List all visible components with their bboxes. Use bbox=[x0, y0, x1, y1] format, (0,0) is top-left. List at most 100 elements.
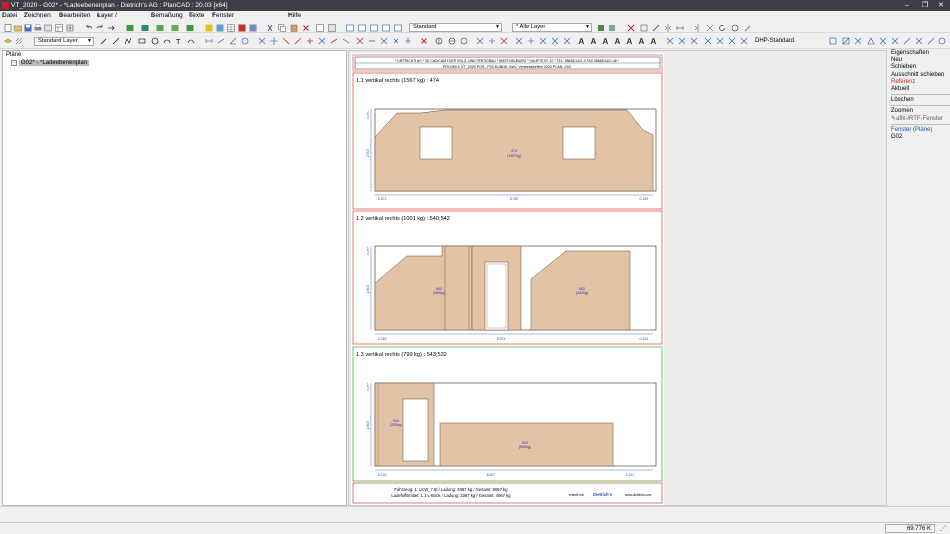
layer-filter-select[interactable]: * Alle Layer ▼ bbox=[512, 23, 592, 32]
print-icon[interactable] bbox=[34, 24, 42, 32]
undo-icon[interactable] bbox=[85, 24, 93, 32]
dim-arrow-icon[interactable] bbox=[666, 37, 674, 45]
zoom-all-icon[interactable] bbox=[460, 37, 468, 45]
triangle-icon[interactable] bbox=[867, 37, 875, 45]
menu-loeschen[interactable]: Löschen bbox=[891, 97, 950, 107]
cross-snap4-icon[interactable] bbox=[515, 37, 523, 45]
hatch-icon[interactable] bbox=[15, 37, 23, 45]
cross-snap3-icon[interactable] bbox=[500, 37, 508, 45]
snap11-icon[interactable] bbox=[380, 37, 388, 45]
dim-arrow2-icon[interactable] bbox=[678, 37, 686, 45]
layout-icon[interactable] bbox=[55, 23, 63, 32]
text-style6-icon[interactable]: A bbox=[638, 37, 646, 45]
cross-snap-icon[interactable] bbox=[476, 37, 484, 45]
zoom-icon[interactable] bbox=[435, 37, 443, 45]
panel-green4-icon[interactable] bbox=[186, 24, 194, 32]
cross4-icon[interactable] bbox=[915, 37, 923, 45]
mirror-icon[interactable] bbox=[664, 23, 672, 32]
text-style5-icon[interactable]: A bbox=[626, 37, 634, 45]
color-tool-icon[interactable] bbox=[238, 24, 246, 32]
spline-icon[interactable] bbox=[187, 37, 195, 45]
snap9-icon[interactable] bbox=[356, 37, 364, 45]
snap12-icon[interactable] bbox=[392, 37, 400, 45]
cross-icon[interactable] bbox=[854, 37, 862, 45]
cross-snap6-icon[interactable] bbox=[539, 37, 547, 45]
snap5-icon[interactable] bbox=[306, 37, 314, 45]
resize-grip-icon[interactable]: ⋰ bbox=[940, 525, 946, 532]
text-style-icon[interactable]: A bbox=[578, 37, 586, 45]
text-style4-icon[interactable]: A bbox=[614, 37, 622, 45]
table-tool-icon[interactable] bbox=[227, 23, 235, 32]
stretch-icon[interactable] bbox=[676, 24, 684, 32]
rectangle-icon[interactable] bbox=[138, 37, 146, 45]
window5-icon[interactable] bbox=[394, 24, 402, 32]
menu-aktuell[interactable]: Aktuell bbox=[891, 86, 950, 96]
dim-arrow3-icon[interactable] bbox=[690, 37, 698, 45]
dim-tool-icon[interactable] bbox=[652, 24, 660, 32]
dim-arrow6-icon[interactable] bbox=[728, 37, 736, 45]
snap10-icon[interactable] bbox=[368, 37, 376, 45]
command-line[interactable] bbox=[0, 506, 950, 522]
close-button[interactable]: ✕ bbox=[932, 0, 950, 11]
menu-referenz[interactable]: Referenz bbox=[891, 79, 950, 86]
window-icon[interactable] bbox=[346, 24, 354, 32]
tree-expand-icon[interactable]: - bbox=[11, 60, 17, 66]
circle-icon[interactable] bbox=[151, 37, 159, 45]
zoom-out-icon[interactable] bbox=[448, 37, 456, 45]
scale-icon[interactable] bbox=[640, 24, 648, 32]
panel-green-icon[interactable] bbox=[126, 24, 134, 32]
tree-item-g02[interactable]: G02* - *Ladeebenenplan bbox=[19, 60, 90, 66]
diag-icon[interactable] bbox=[842, 37, 850, 45]
dim-style-label[interactable]: DHP-Standard bbox=[755, 36, 794, 47]
dim-angle-icon[interactable] bbox=[229, 37, 237, 45]
arc-icon[interactable] bbox=[163, 37, 171, 45]
tree-root-plaene[interactable]: Pläne bbox=[6, 52, 21, 58]
layer-tool-icon[interactable] bbox=[249, 24, 257, 32]
snap2-icon[interactable] bbox=[270, 37, 278, 45]
plot-icon[interactable] bbox=[44, 24, 52, 32]
frame-icon[interactable] bbox=[829, 37, 837, 45]
panel-teal-icon[interactable] bbox=[141, 24, 149, 32]
new-file-icon[interactable] bbox=[4, 23, 12, 32]
refresh-icon[interactable] bbox=[731, 24, 739, 32]
window3-icon[interactable] bbox=[370, 24, 378, 32]
slash-icon[interactable] bbox=[903, 37, 911, 45]
snap-icon[interactable] bbox=[258, 37, 266, 45]
properties-icon[interactable] bbox=[316, 23, 324, 32]
cross2-icon[interactable] bbox=[879, 37, 887, 45]
snap8-icon[interactable] bbox=[342, 37, 350, 45]
menu-neu[interactable]: Neu bbox=[891, 57, 950, 64]
arrow-icon[interactable] bbox=[107, 24, 115, 32]
ring-icon[interactable] bbox=[938, 37, 946, 45]
cross3-icon[interactable] bbox=[891, 37, 899, 45]
grid-icon[interactable] bbox=[66, 24, 74, 32]
wall-piece-540[interactable] bbox=[374, 245, 473, 331]
image-tool-icon[interactable] bbox=[216, 24, 224, 32]
redo-icon[interactable] bbox=[96, 24, 104, 32]
dim-aligned-icon[interactable] bbox=[217, 37, 225, 45]
snap13-icon[interactable] bbox=[404, 37, 412, 45]
dim-radius-icon[interactable] bbox=[241, 37, 249, 45]
pencil-icon[interactable] bbox=[100, 37, 108, 45]
text-style3-icon[interactable]: A bbox=[602, 37, 610, 45]
menu-g02[interactable]: G02 bbox=[891, 134, 950, 141]
line-icon[interactable] bbox=[112, 37, 120, 45]
layer-manager-icon[interactable] bbox=[328, 23, 336, 32]
menu-schieben[interactable]: Schieben bbox=[891, 64, 950, 71]
cross-snap8-icon[interactable] bbox=[563, 37, 571, 45]
dim-linear-icon[interactable] bbox=[205, 37, 213, 45]
text-style2-icon[interactable]: A bbox=[590, 37, 598, 45]
mirror2-icon[interactable] bbox=[694, 23, 702, 32]
menu-fenster-plaene[interactable]: Fenster (Pläne) bbox=[891, 127, 950, 134]
layer-visible-icon[interactable] bbox=[597, 24, 605, 32]
cancel-icon[interactable] bbox=[420, 37, 428, 45]
panel-green3-icon[interactable] bbox=[171, 24, 179, 32]
snap4-icon[interactable] bbox=[294, 37, 302, 45]
window2-icon[interactable] bbox=[358, 24, 366, 32]
window4-icon[interactable] bbox=[382, 24, 390, 32]
close-drawing-icon[interactable] bbox=[627, 24, 635, 32]
menu-rtf-fenster[interactable]: ✎afik-/RTF-Fenster bbox=[891, 116, 950, 125]
dim-arrow4-icon[interactable] bbox=[704, 37, 712, 45]
snap6-icon[interactable] bbox=[318, 37, 326, 45]
copy-icon[interactable] bbox=[278, 23, 286, 32]
